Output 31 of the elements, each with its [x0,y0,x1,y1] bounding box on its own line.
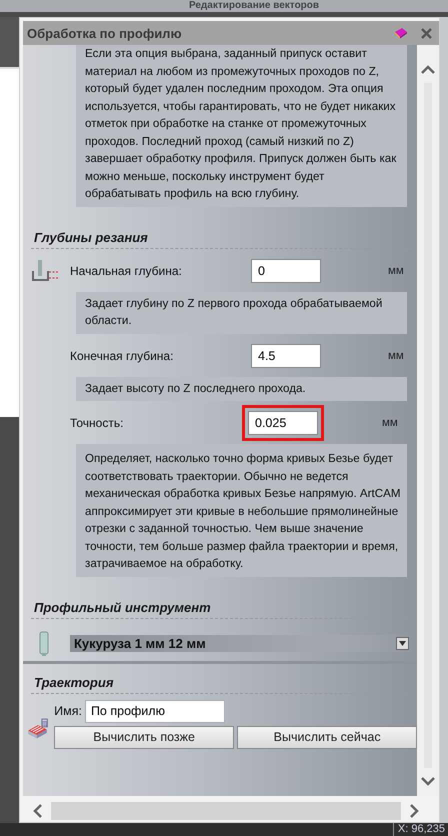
unit-label: мм [388,264,404,276]
help-text: Задает высоту по Z последнего прохода. [76,376,408,401]
name-label: Имя: [54,704,82,718]
book-icon[interactable] [394,27,408,39]
unit-label: мм [388,350,404,362]
help-text: Определяет, насколько точно форма кривых Безье будет соответствовать траектории. Обычно не ведется механическая обработка кривых Безье напрямую. ArtCAM аппроксимирует эти кривые в небольшие прямолинейные отрезки с заданной точностью. Чем выше значение точности, тем больше размер файла траектории и время, затрачиваемое на обработку. [76,444,408,576]
input-field[interactable]: 0.025 [248,411,318,435]
close-icon[interactable] [420,26,433,40]
dropdown-icon[interactable] [396,637,410,650]
scroll-right-icon[interactable] [409,804,419,818]
help-text: Если эта опция выбрана, заданный припуск оставит материал на любом из промежуточных проходов по Z, который будет удален последним проходом. Эта опция используется, чтобы гарантировать, что не будет никаких отметок при обработке на станке от промежуточных проходов. Последний проход (самый низкий по Z) завершает обработку профиля. Припуск должен быть как можно меньше, поскольку инструмент будет обрабатывать профиль на всю глубину. [76,45,408,206]
section-heading: Траектория [33,674,114,692]
section-heading: Глубины резания [33,230,148,247]
calculate-button[interactable]: Вычислить сейчас [237,726,418,748]
field-label: Конечная глубина: [70,348,174,362]
calculate-button[interactable]: Вычислить позже [54,726,234,748]
unit-label: мм [382,417,398,429]
help-text: Задает глубину по Z первого прохода обрабатываемой области. [76,292,408,334]
scroll-down-icon[interactable] [421,776,436,786]
section-heading: Профильный инструмент [33,600,211,617]
coordinates-readout: X: 96,235 [392,823,448,836]
app-title: Редактирование векторов [188,0,320,12]
field-label: Начальная глубина: [70,264,183,278]
panel-title: Обработка по профилю [27,26,183,40]
input-field[interactable]: 0 [251,258,321,282]
input-field[interactable]: 4.5 [251,344,321,368]
scroll-left-icon[interactable] [33,804,43,818]
scroll-up-icon[interactable] [421,65,436,75]
tool-icon [38,630,50,656]
name-field[interactable]: По профилю [84,700,225,722]
field-label: Точность: [70,416,124,430]
